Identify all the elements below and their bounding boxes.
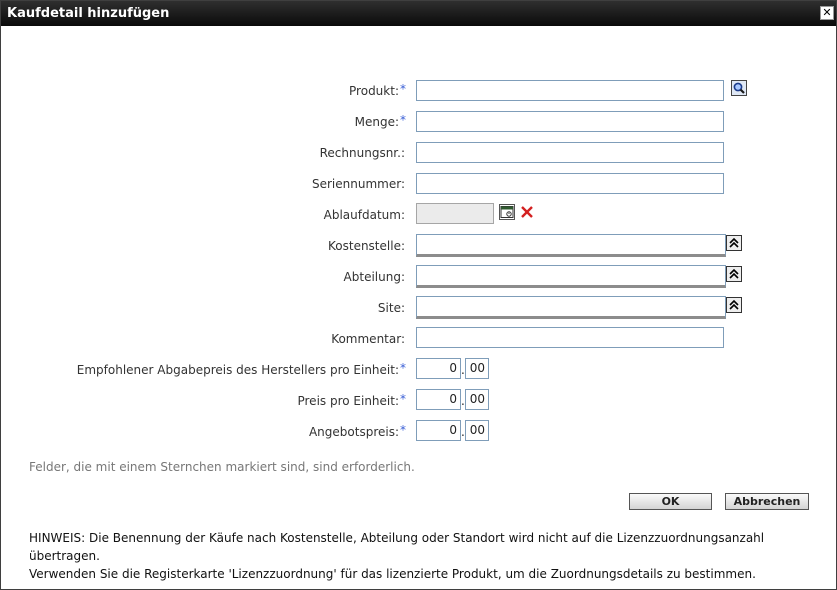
herstellerpreis-whole-input[interactable]: 0: [416, 358, 461, 379]
angebotspreis-label: Angebotspreis:: [308, 425, 399, 439]
site-label: Site:: [377, 301, 405, 315]
seriennummer-label: Seriennummer:: [312, 177, 405, 191]
hint-line-1: HINWEIS: Die Benennung der Käufe nach Ko…: [29, 531, 765, 563]
preis-pro-einheit-decimal-input[interactable]: 00: [465, 389, 489, 410]
required-marker: *: [400, 113, 406, 127]
produkt-input[interactable]: [416, 80, 724, 101]
cancel-button[interactable]: Abbrechen: [725, 493, 809, 510]
close-icon[interactable]: ✕: [820, 6, 834, 20]
calendar-icon[interactable]: [499, 204, 515, 220]
required-fields-note: Felder, die mit einem Sternchen markiert…: [29, 460, 415, 474]
site-input[interactable]: [416, 296, 726, 319]
menge-input[interactable]: [416, 111, 724, 132]
hint-text: HINWEIS: Die Benennung der Käufe nach Ko…: [29, 529, 829, 583]
chevron-up-icon[interactable]: [726, 297, 742, 313]
chevron-up-icon[interactable]: [726, 266, 742, 282]
ok-button[interactable]: OK: [629, 493, 712, 510]
ablaufdatum-label: Ablaufdatum:: [323, 208, 405, 222]
menge-label: Menge:: [354, 115, 399, 129]
produkt-label: Produkt:: [349, 84, 399, 98]
search-icon[interactable]: [731, 80, 747, 96]
preis-pro-einheit-whole-input[interactable]: 0: [416, 389, 461, 410]
angebotspreis-decimal-input[interactable]: 00: [465, 420, 489, 441]
ablaufdatum-input: [416, 203, 494, 224]
required-marker: *: [400, 392, 406, 406]
dialog-title: Kaufdetail hinzufügen: [7, 6, 170, 21]
rechnungsnr-label: Rechnungsnr.:: [319, 146, 405, 160]
required-marker: *: [400, 361, 406, 375]
add-purchase-detail-dialog: Kaufdetail hinzufügen ✕ Produkt: * Menge…: [0, 0, 837, 590]
required-marker: *: [400, 423, 406, 437]
kostenstelle-label: Kostenstelle:: [328, 239, 405, 253]
dialog-titlebar: Kaufdetail hinzufügen ✕: [1, 1, 836, 26]
kostenstelle-input[interactable]: [416, 234, 726, 257]
angebotspreis-whole-input[interactable]: 0: [416, 420, 461, 441]
clear-date-icon[interactable]: [519, 204, 535, 220]
rechnungsnr-input[interactable]: [416, 142, 724, 163]
abteilung-label: Abteilung:: [343, 270, 405, 284]
chevron-up-icon[interactable]: [726, 235, 742, 251]
herstellerpreis-label: Empfohlener Abgabepreis des Herstellers …: [76, 363, 399, 377]
kommentar-label: Kommentar:: [331, 332, 405, 346]
hint-line-2: Verwenden Sie die Registerkarte 'Lizenzz…: [29, 567, 756, 581]
abteilung-input[interactable]: [416, 265, 726, 288]
herstellerpreis-decimal-input[interactable]: 00: [465, 358, 489, 379]
seriennummer-input[interactable]: [416, 173, 724, 194]
preis-pro-einheit-label: Preis pro Einheit:: [297, 394, 399, 408]
kommentar-input[interactable]: [416, 327, 724, 348]
required-marker: *: [400, 82, 406, 96]
